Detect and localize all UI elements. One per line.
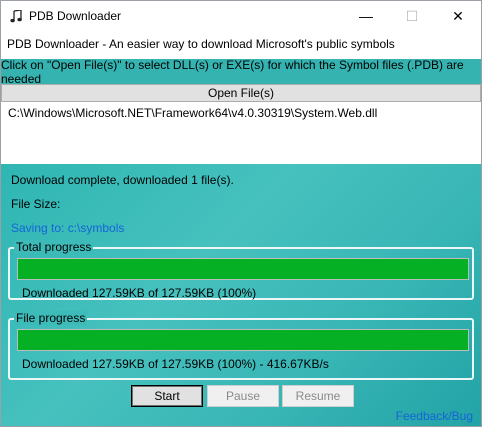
- list-item[interactable]: C:\Windows\Microsoft.NET\Framework64\v4.…: [8, 106, 377, 120]
- instruction-text: Click on "Open File(s)" to select DLL(s)…: [1, 57, 464, 86]
- close-icon: ✕: [452, 7, 464, 24]
- resume-label: Resume: [295, 389, 341, 403]
- pause-label: Pause: [225, 389, 261, 403]
- file-progress-text: Downloaded 127.59KB of 127.59KB (100%) -…: [22, 357, 329, 371]
- window-title: PDB Downloader: [29, 9, 122, 23]
- feedback-link[interactable]: Feedback/Bug: [396, 409, 473, 423]
- maximize-button[interactable]: ☐: [389, 1, 435, 31]
- close-button[interactable]: ✕: [435, 1, 481, 31]
- window-controls: — ☐ ✕: [343, 1, 481, 31]
- total-progress-group: Total progress Downloaded 127.59KB of 12…: [8, 240, 474, 300]
- start-button[interactable]: Start: [131, 385, 203, 407]
- resume-button[interactable]: Resume: [282, 385, 354, 407]
- instruction-banner: Click on "Open File(s)" to select DLL(s)…: [1, 57, 481, 86]
- open-files-label: Open File(s): [207, 86, 275, 100]
- file-size-label: File Size:: [11, 197, 61, 211]
- start-label: Start: [154, 389, 180, 403]
- status-message: Download complete, downloaded 1 file(s).: [11, 173, 234, 187]
- app-window: PDB Downloader — ☐ ✕ PDB Downloader - An…: [0, 0, 482, 427]
- maximize-icon: ☐: [405, 7, 419, 24]
- saving-to-label: Saving to: c:\symbols: [11, 221, 125, 235]
- file-progress-bar: [17, 329, 469, 351]
- file-progress-fill: [18, 330, 468, 350]
- pause-button[interactable]: Pause: [207, 385, 279, 407]
- file-list[interactable]: C:\Windows\Microsoft.NET\Framework64\v4.…: [1, 102, 481, 164]
- total-progress-fill: [18, 259, 468, 279]
- file-progress-title: File progress: [14, 311, 88, 325]
- minimize-icon: —: [359, 8, 373, 24]
- app-subtitle: PDB Downloader - An easier way to downlo…: [7, 37, 395, 51]
- open-files-button[interactable]: Open File(s): [1, 84, 481, 102]
- minimize-button[interactable]: —: [343, 1, 389, 31]
- music-note-icon: [9, 9, 23, 23]
- title-bar[interactable]: PDB Downloader — ☐ ✕: [1, 1, 481, 31]
- total-progress-bar: [17, 258, 469, 280]
- file-progress-group: File progress Downloaded 127.59KB of 127…: [8, 311, 474, 380]
- total-progress-text: Downloaded 127.59KB of 127.59KB (100%): [22, 286, 257, 300]
- download-panel: Download complete, downloaded 1 file(s).…: [1, 164, 481, 426]
- total-progress-title: Total progress: [14, 240, 94, 254]
